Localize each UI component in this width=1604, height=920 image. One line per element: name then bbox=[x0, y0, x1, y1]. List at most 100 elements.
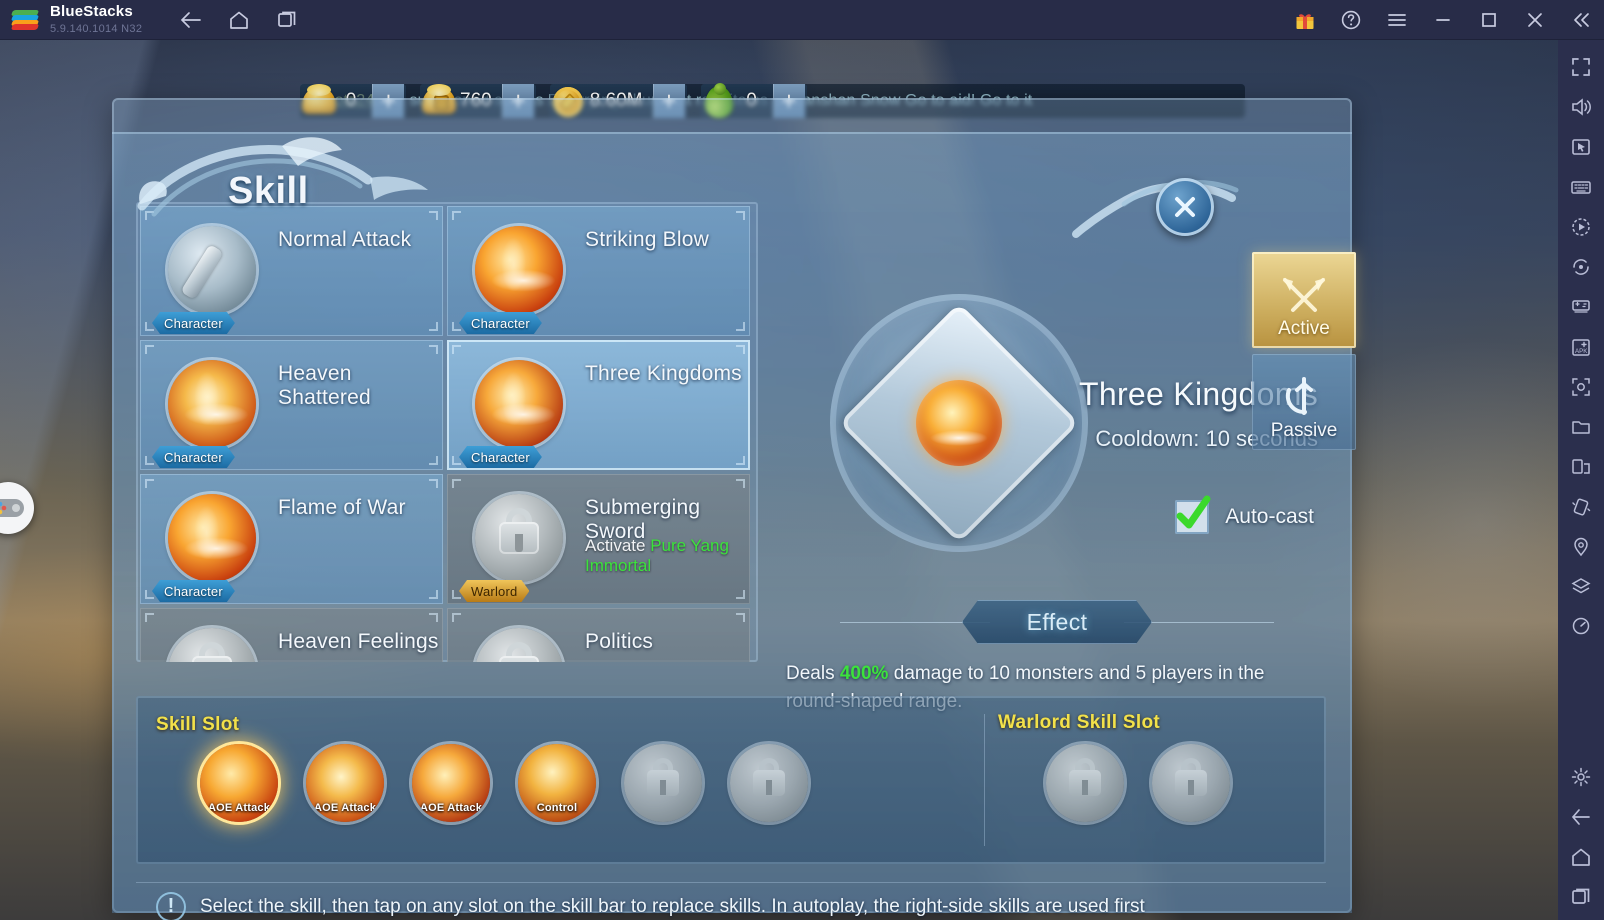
skill-card-flame-of-war[interactable]: Character Flame of War bbox=[140, 474, 443, 604]
menu-icon[interactable] bbox=[1384, 7, 1410, 33]
game-viewport: Heotz24 has summoned a Boss 5 carrying a… bbox=[0, 40, 1558, 920]
skill-slot-5[interactable] bbox=[624, 744, 702, 822]
warlord-slot-1[interactable] bbox=[1046, 744, 1124, 822]
skill-slots-group: AOE Attack AOE Attack AOE Attack Control bbox=[200, 744, 808, 822]
rotate-icon[interactable] bbox=[1564, 250, 1598, 284]
warlord-slot-2[interactable] bbox=[1152, 744, 1230, 822]
macro-play-icon[interactable] bbox=[1564, 210, 1598, 244]
skill-name: Striking Blow bbox=[585, 228, 709, 251]
skill-name: Heaven Feelings bbox=[278, 630, 439, 653]
info-icon: ! bbox=[156, 892, 186, 920]
skill-panel-body: Character Normal Attack Character Striki… bbox=[112, 132, 1356, 917]
app-version: 5.9.140.1014 N32 bbox=[50, 22, 143, 35]
eco-mode-icon[interactable] bbox=[1564, 610, 1598, 644]
corner-mark bbox=[429, 322, 438, 331]
auto-cast-label: Auto-cast bbox=[1225, 505, 1314, 528]
warlord-skill-slot-label: Warlord Skill Slot bbox=[998, 712, 1160, 733]
skill-card-submerging-sword[interactable]: Warlord Submerging Sword Activate Pure Y… bbox=[447, 474, 750, 604]
corner-mark bbox=[736, 322, 745, 331]
skill-name: Heaven Shattered bbox=[278, 362, 371, 409]
back-icon[interactable] bbox=[1564, 800, 1598, 834]
window-controls bbox=[1292, 0, 1594, 40]
back-icon[interactable] bbox=[178, 7, 204, 33]
close-panel-button[interactable] bbox=[1156, 178, 1214, 236]
crossed-swords-icon bbox=[1277, 272, 1331, 318]
recents-icon[interactable] bbox=[1564, 880, 1598, 914]
skill-card-three-kingdoms[interactable]: Character Three Kingdoms bbox=[447, 340, 750, 470]
volume-icon[interactable] bbox=[1564, 90, 1598, 124]
skill-slot-6[interactable] bbox=[730, 744, 808, 822]
corner-mark bbox=[429, 613, 438, 622]
corner-mark bbox=[429, 345, 438, 354]
skill-card-striking-blow[interactable]: Character Striking Blow bbox=[447, 206, 750, 336]
fullscreen-icon[interactable] bbox=[1564, 50, 1598, 84]
skill-card-heaven-feelings[interactable]: Heaven Feelings bbox=[140, 608, 443, 662]
tab-passive[interactable]: Passive bbox=[1252, 354, 1356, 450]
shield-swirl-icon bbox=[1277, 374, 1331, 420]
skill-card-politics[interactable]: Politics bbox=[447, 608, 750, 662]
slot-tag: AOE Attack bbox=[313, 802, 377, 814]
skill-card-heaven-shattered[interactable]: Character Heaven Shattered bbox=[140, 340, 443, 470]
skill-icon bbox=[168, 494, 256, 582]
skill-grid: Character Normal Attack Character Striki… bbox=[136, 202, 758, 662]
skill-emblem bbox=[830, 294, 1088, 552]
skill-unlock-requirement: Activate Pure Yang Immortal bbox=[585, 536, 735, 577]
tab-active[interactable]: Active bbox=[1252, 252, 1356, 348]
skill-slot-4[interactable]: Control bbox=[518, 744, 596, 822]
skill-detail-panel: Three Kingdoms Cooldown: 10 seconds Auto… bbox=[772, 200, 1332, 712]
hint-text: Select the skill, then tap on any slot o… bbox=[200, 895, 1145, 917]
skill-badge: Character bbox=[152, 580, 235, 602]
multi-instance-icon[interactable] bbox=[1564, 450, 1598, 484]
auto-cast-checkbox[interactable] bbox=[1175, 495, 1211, 534]
corner-mark bbox=[429, 590, 438, 599]
corner-mark bbox=[736, 345, 745, 354]
game-controls-icon[interactable] bbox=[1564, 290, 1598, 324]
gift-icon[interactable] bbox=[1292, 7, 1318, 33]
corner-mark bbox=[429, 479, 438, 488]
cursor-icon[interactable] bbox=[1564, 130, 1598, 164]
apk-install-icon[interactable]: APK bbox=[1564, 330, 1598, 364]
home-icon[interactable] bbox=[1564, 840, 1598, 874]
skill-badge: Character bbox=[152, 446, 235, 468]
keyboard-icon[interactable] bbox=[1564, 170, 1598, 204]
maximize-icon[interactable] bbox=[1476, 7, 1502, 33]
skill-badge: Character bbox=[152, 312, 235, 334]
skill-slot-label: Skill Slot bbox=[156, 714, 240, 735]
skill-name: Three Kingdoms bbox=[585, 362, 742, 385]
skill-list[interactable]: Character Normal Attack Character Striki… bbox=[136, 202, 758, 662]
slot-tag: AOE Attack bbox=[419, 802, 483, 814]
recents-icon[interactable] bbox=[274, 7, 300, 33]
effect-header: Effect bbox=[822, 600, 1292, 644]
hint-row: ! Select the skill, then tap on any slot… bbox=[136, 882, 1326, 920]
svg-text:APK: APK bbox=[1575, 348, 1588, 355]
skill-name: Flame of War bbox=[278, 496, 406, 519]
skill-icon bbox=[475, 226, 563, 314]
lock-icon bbox=[475, 494, 563, 582]
slot-tag: Control bbox=[536, 802, 578, 814]
collapse-icon[interactable] bbox=[1568, 7, 1594, 33]
skill-card-normal-attack[interactable]: Character Normal Attack bbox=[140, 206, 443, 336]
close-icon bbox=[1175, 197, 1195, 217]
shake-icon[interactable] bbox=[1564, 490, 1598, 524]
folder-icon[interactable] bbox=[1564, 410, 1598, 444]
skill-slot-1[interactable]: AOE Attack bbox=[200, 744, 278, 822]
settings-gear-icon[interactable] bbox=[1564, 760, 1598, 794]
skill-slot-2[interactable]: AOE Attack bbox=[306, 744, 384, 822]
page-title: Skill bbox=[228, 170, 309, 212]
minimize-icon[interactable] bbox=[1430, 7, 1456, 33]
corner-mark bbox=[736, 479, 745, 488]
lock-icon bbox=[475, 628, 563, 662]
corner-mark bbox=[145, 211, 154, 220]
home-icon[interactable] bbox=[226, 7, 252, 33]
effect-prefix: Deals bbox=[786, 663, 840, 684]
skill-slot-3[interactable]: AOE Attack bbox=[412, 744, 490, 822]
skill-name: Politics bbox=[585, 630, 654, 653]
layers-icon[interactable] bbox=[1564, 570, 1598, 604]
screenshot-icon[interactable] bbox=[1564, 370, 1598, 404]
help-icon[interactable] bbox=[1338, 7, 1364, 33]
auto-cast-toggle[interactable]: Auto-cast bbox=[1175, 495, 1314, 534]
corner-mark bbox=[736, 456, 745, 465]
slot-divider bbox=[984, 714, 985, 846]
location-icon[interactable] bbox=[1564, 530, 1598, 564]
close-icon[interactable] bbox=[1522, 7, 1548, 33]
